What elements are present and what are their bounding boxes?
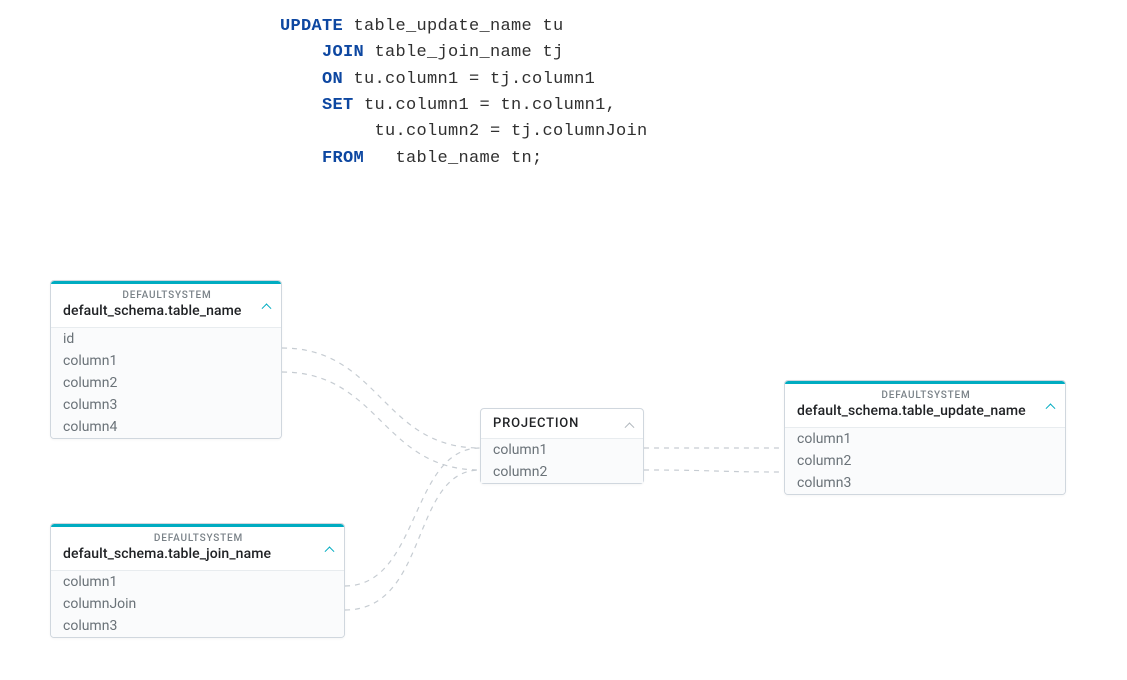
- node-header[interactable]: DEFAULTSYSTEM default_schema.table_updat…: [785, 384, 1065, 428]
- chevron-up-icon[interactable]: [259, 299, 273, 313]
- column-list: id column1 column2 column3 column4: [51, 328, 281, 438]
- column-list: column1 column2 column3: [785, 428, 1065, 494]
- sql-text: table_update_name tu: [343, 17, 564, 36]
- sql-keyword: JOIN: [322, 43, 364, 62]
- sql-keyword: ON: [322, 70, 343, 89]
- column-item[interactable]: column2: [785, 450, 1065, 472]
- node-title: default_schema.table_update_name: [797, 403, 1055, 419]
- column-item[interactable]: column3: [51, 615, 344, 637]
- node-title: PROJECTION: [493, 416, 615, 431]
- edge: [282, 372, 480, 470]
- column-item[interactable]: column1: [51, 350, 281, 372]
- edge: [345, 470, 480, 610]
- table-node-table-name[interactable]: DEFAULTSYSTEM default_schema.table_name …: [50, 280, 282, 439]
- chevron-up-icon[interactable]: [322, 542, 336, 556]
- edge: [345, 448, 480, 586]
- node-header[interactable]: PROJECTION: [481, 409, 643, 439]
- column-list: column1 column2: [481, 439, 643, 483]
- projection-node[interactable]: PROJECTION column1 column2: [480, 408, 644, 484]
- column-item[interactable]: column2: [51, 372, 281, 394]
- sql-keyword: UPDATE: [280, 17, 343, 36]
- sql-code-block: UPDATE table_update_name tu JOIN table_j…: [280, 14, 648, 172]
- column-item[interactable]: columnJoin: [51, 593, 344, 615]
- sql-text: tu.column1 = tn.column1,: [354, 96, 617, 115]
- chevron-up-icon[interactable]: [1043, 399, 1057, 413]
- table-node-table-update-name[interactable]: DEFAULTSYSTEM default_schema.table_updat…: [784, 380, 1066, 495]
- column-item[interactable]: column1: [51, 571, 344, 593]
- system-label: DEFAULTSYSTEM: [797, 390, 1055, 401]
- sql-text: table_name tn;: [364, 149, 543, 168]
- column-list: column1 columnJoin column3: [51, 571, 344, 637]
- column-item[interactable]: column1: [481, 439, 643, 461]
- sql-keyword: FROM: [322, 149, 364, 168]
- sql-text: tu.column1 = tj.column1: [343, 70, 595, 89]
- sql-text: tu.column2 = tj.columnJoin: [375, 122, 648, 141]
- column-item[interactable]: column2: [481, 461, 643, 483]
- sql-keyword: SET: [322, 96, 354, 115]
- sql-text: table_join_name tj: [364, 43, 564, 62]
- column-item[interactable]: column3: [51, 394, 281, 416]
- column-item[interactable]: column4: [51, 416, 281, 438]
- node-header[interactable]: DEFAULTSYSTEM default_schema.table_join_…: [51, 527, 344, 571]
- system-label: DEFAULTSYSTEM: [63, 290, 271, 301]
- node-title: default_schema.table_name: [63, 303, 271, 319]
- chevron-up-icon[interactable]: [623, 418, 635, 430]
- system-label: DEFAULTSYSTEM: [63, 533, 334, 544]
- table-node-table-join-name[interactable]: DEFAULTSYSTEM default_schema.table_join_…: [50, 523, 345, 638]
- edge: [282, 348, 480, 448]
- column-item[interactable]: id: [51, 328, 281, 350]
- column-item[interactable]: column3: [785, 472, 1065, 494]
- edge: [644, 470, 784, 472]
- lineage-diagram: DEFAULTSYSTEM default_schema.table_name …: [50, 280, 1070, 680]
- node-header[interactable]: DEFAULTSYSTEM default_schema.table_name: [51, 284, 281, 328]
- node-title: default_schema.table_join_name: [63, 546, 334, 562]
- column-item[interactable]: column1: [785, 428, 1065, 450]
